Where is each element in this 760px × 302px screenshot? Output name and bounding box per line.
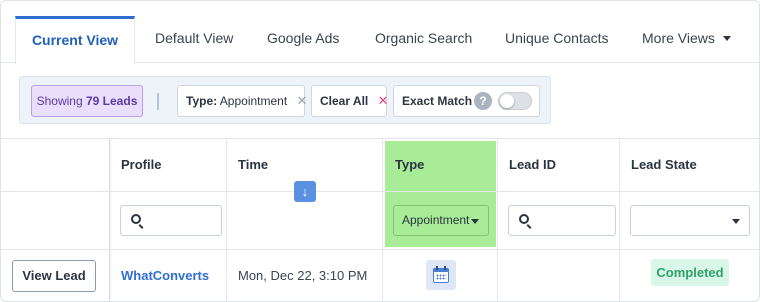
lead-state-select[interactable] <box>630 205 750 236</box>
column-header-lead-state[interactable]: Lead State <box>631 157 697 172</box>
clear-all-label: Clear All <box>320 94 369 108</box>
column-header-lead-id[interactable]: Lead ID <box>509 157 556 172</box>
lead-count-prefix: Showing <box>36 94 83 108</box>
lead-time: Mon, Dec 22, 3:10 PM <box>238 268 368 283</box>
type-filter-select[interactable]: Appointment <box>393 205 489 236</box>
exact-match-toggle[interactable] <box>498 92 532 110</box>
profile-link[interactable]: WhatConverts <box>121 268 209 283</box>
type-filter-chip[interactable]: Type: Appointment ✕ <box>177 85 308 117</box>
clear-all-icon: ✕ <box>377 93 389 108</box>
column-header-time[interactable]: Time <box>238 157 268 172</box>
lead-id-search-input[interactable] <box>508 205 616 236</box>
remove-filter-icon[interactable]: ✕ <box>297 93 308 108</box>
chevron-down-icon <box>471 219 479 224</box>
type-filter-select-value: Appointment <box>402 213 470 227</box>
toggle-knob <box>500 94 514 108</box>
type-filter-label: Type: <box>186 94 218 108</box>
lead-count-chip: Showing 79 Leads <box>31 85 143 117</box>
tab-google-ads[interactable]: Google Ads <box>267 16 339 63</box>
filter-bar: Showing 79 Leads Type: Appointment ✕ Cle… <box>19 76 551 124</box>
tab-current-view[interactable]: Current View <box>15 16 135 64</box>
exact-match-control: Exact Match ? <box>393 85 540 117</box>
tab-more-views[interactable]: More Views <box>642 16 731 63</box>
header-divider <box>1 191 759 192</box>
lead-count-value: 79 Leads <box>86 94 138 108</box>
caret-down-icon <box>722 35 731 41</box>
tab-more-views-label: More Views <box>642 30 715 46</box>
tab-organic-search[interactable]: Organic Search <box>375 16 472 63</box>
sort-descending-button[interactable]: ↓ <box>294 181 316 202</box>
leads-panel: Current View Default View Google Ads Org… <box>0 0 760 302</box>
leads-table: Profile Time Type Lead ID Lead State ↓ A… <box>1 138 759 301</box>
lead-state-badge: Completed <box>651 259 729 286</box>
clear-all-button[interactable]: Clear All ✕ <box>311 85 389 117</box>
view-tabs: Current View Default View Google Ads Org… <box>1 1 759 64</box>
view-lead-button[interactable]: View Lead <box>12 260 96 292</box>
help-icon[interactable]: ? <box>474 92 492 110</box>
tab-unique-contacts[interactable]: Unique Contacts <box>505 16 609 63</box>
type-filter-value: Appointment <box>219 94 288 108</box>
search-icon <box>519 214 529 224</box>
profile-search-input[interactable] <box>120 205 222 236</box>
column-shadow <box>109 139 113 301</box>
search-icon <box>131 214 141 224</box>
filter-row-divider <box>1 249 759 250</box>
exact-match-label: Exact Match <box>402 94 473 108</box>
column-header-type[interactable]: Type <box>395 157 424 172</box>
tab-default-view[interactable]: Default View <box>155 16 233 63</box>
chevron-down-icon <box>732 219 740 224</box>
filter-divider <box>157 93 159 110</box>
column-header-profile[interactable]: Profile <box>121 157 161 172</box>
calendar-icon <box>426 260 456 290</box>
